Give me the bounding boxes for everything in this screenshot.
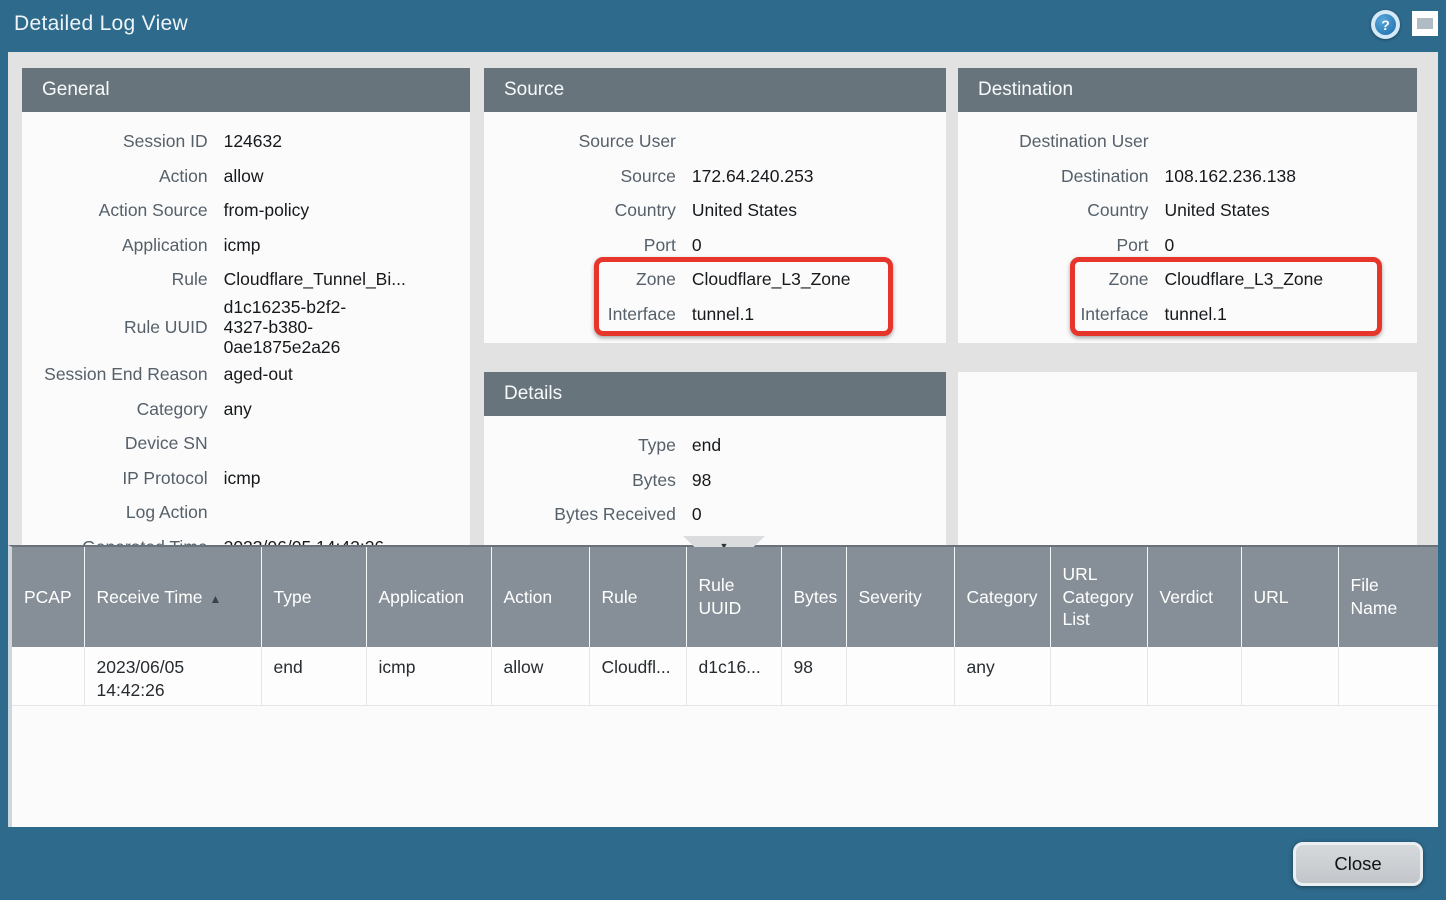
cell-action: allow [491, 647, 589, 705]
details-panel-header: Details [484, 372, 946, 416]
cell-severity [846, 647, 954, 705]
column-header-bytes[interactable]: Bytes [781, 547, 846, 647]
column-header-rule[interactable]: Rule [589, 547, 686, 647]
destination-rows: Destination User Destination108.162.236.… [958, 112, 1417, 331]
general-rows: Session ID124632 Actionallow Action Sour… [22, 112, 470, 545]
titlebar: Detailed Log View ? [0, 0, 1446, 52]
field-row-action: Actionallow [22, 159, 470, 194]
column-header-type[interactable]: Type [261, 547, 366, 647]
log-table: PCAP Receive Time▲ Type Application Acti… [12, 547, 1438, 706]
cell-rule: Cloudfl... [589, 647, 686, 705]
details-panel: Details Typeend Bytes98 Bytes Received0 [484, 372, 946, 545]
column-header-application[interactable]: Application [366, 547, 491, 647]
dialog-title: Detailed Log View [14, 12, 188, 36]
field-row-destination-zone: ZoneCloudflare_L3_Zone [958, 262, 1417, 297]
field-row-session-end-reason: Session End Reasonaged-out [22, 357, 470, 392]
sort-asc-icon: ▲ [210, 592, 222, 606]
source-rows: Source User Source172.64.240.253 Country… [484, 112, 946, 331]
cell-pcap [12, 647, 84, 705]
column-header-file-name[interactable]: File Name [1338, 547, 1438, 647]
field-row-bytes: Bytes98 [484, 463, 946, 498]
destination-panel: Destination Destination User Destination… [958, 68, 1417, 343]
field-row-bytes-received: Bytes Received0 [484, 497, 946, 532]
field-row-destination-user: Destination User [958, 124, 1417, 159]
log-table-row[interactable]: 2023/06/05 14:42:26 end icmp allow Cloud… [12, 647, 1438, 705]
details-rows: Typeend Bytes98 Bytes Received0 [484, 416, 946, 532]
field-row-ip-protocol: IP Protocolicmp [22, 460, 470, 495]
field-row-source-user: Source User [484, 124, 946, 159]
field-row-source: Source172.64.240.253 [484, 159, 946, 194]
column-header-severity[interactable]: Severity [846, 547, 954, 647]
field-row-device-sn: Device SN [22, 426, 470, 461]
field-row-destination-interface: Interfacetunnel.1 [958, 297, 1417, 332]
detailed-log-view-dialog: Detailed Log View ? General Session ID12… [0, 0, 1446, 900]
field-row-rule: RuleCloudflare_Tunnel_Bi... [22, 262, 470, 297]
help-question-glyph: ? [1375, 14, 1396, 35]
help-icon[interactable]: ? [1371, 10, 1400, 39]
field-row-destination-country: CountryUnited States [958, 193, 1417, 228]
destination-panel-header: Destination [958, 68, 1417, 112]
cell-bytes: 98 [781, 647, 846, 705]
field-row-generated-time: Generated Time2023/06/05 14:42:26 [22, 529, 470, 545]
column-header-pcap[interactable]: PCAP [12, 547, 84, 647]
close-button[interactable]: Close [1293, 842, 1423, 886]
cell-application: icmp [366, 647, 491, 705]
panel-table-splitter[interactable]: ▼ [683, 536, 765, 547]
column-header-url[interactable]: URL [1241, 547, 1338, 647]
field-row-application: Applicationicmp [22, 228, 470, 263]
column-header-rule-uuid[interactable]: Rule UUID [686, 547, 781, 647]
general-panel: General Session ID124632 Actionallow Act… [22, 68, 470, 545]
cell-type: end [261, 647, 366, 705]
column-header-url-category-list[interactable]: URL Category List [1050, 547, 1147, 647]
field-row-category: Categoryany [22, 391, 470, 426]
column-header-category[interactable]: Category [954, 547, 1050, 647]
source-panel-header: Source [484, 68, 946, 112]
field-row-action-source: Action Sourcefrom-policy [22, 193, 470, 228]
cell-category: any [954, 647, 1050, 705]
maximize-icon-inner [1417, 18, 1433, 29]
cell-verdict [1147, 647, 1241, 705]
general-panel-header: General [22, 68, 470, 112]
empty-panel [958, 372, 1417, 545]
log-table-area: PCAP Receive Time▲ Type Application Acti… [8, 545, 1438, 827]
field-row-source-port: Port0 [484, 228, 946, 263]
field-row-log-action: Log Action [22, 495, 470, 530]
column-header-receive-time[interactable]: Receive Time▲ [84, 547, 261, 647]
column-header-action[interactable]: Action [491, 547, 589, 647]
maximize-icon[interactable] [1412, 11, 1438, 36]
cell-file-name [1338, 647, 1438, 705]
column-header-verdict[interactable]: Verdict [1147, 547, 1241, 647]
field-row-source-zone: ZoneCloudflare_L3_Zone [484, 262, 946, 297]
detail-panels-area: General Session ID124632 Actionallow Act… [8, 52, 1438, 545]
log-table-header-row: PCAP Receive Time▲ Type Application Acti… [12, 547, 1438, 647]
cell-receive-time: 2023/06/05 14:42:26 [84, 647, 261, 705]
field-row-session-id: Session ID124632 [22, 124, 470, 159]
field-row-destination: Destination108.162.236.138 [958, 159, 1417, 194]
cell-url-category-list [1050, 647, 1147, 705]
field-row-rule-uuid: Rule UUIDd1c16235-b2f2-4327-b380-0ae1875… [22, 297, 470, 357]
field-row-source-country: CountryUnited States [484, 193, 946, 228]
field-row-type: Typeend [484, 428, 946, 463]
field-row-destination-port: Port0 [958, 228, 1417, 263]
cell-rule-uuid: d1c16... [686, 647, 781, 705]
field-row-source-interface: Interfacetunnel.1 [484, 297, 946, 332]
cell-url [1241, 647, 1338, 705]
source-panel: Source Source User Source172.64.240.253 … [484, 68, 946, 343]
